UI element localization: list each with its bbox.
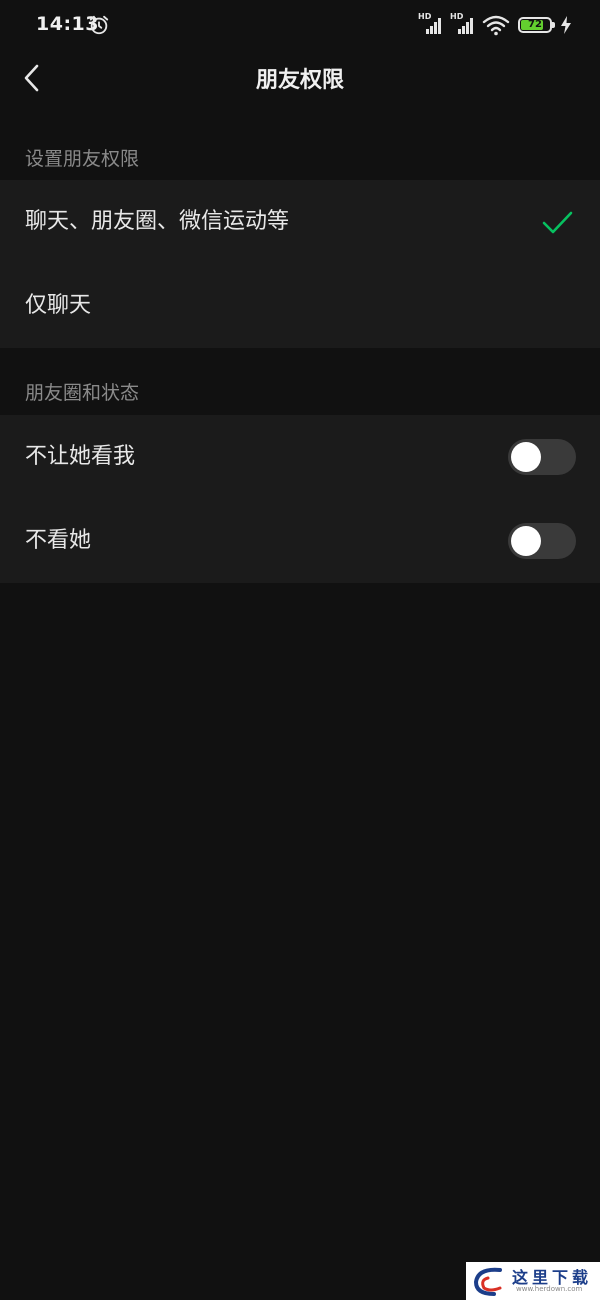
option-chat-moments-werun[interactable]: 聊天、朋友圈、微信运动等 [0, 180, 600, 264]
row-hide-my-moments: 不让她看我 [0, 415, 600, 499]
section-header-moments: 朋友圈和状态 [25, 382, 140, 404]
watermark-logo-icon [473, 1267, 502, 1296]
charging-icon [561, 16, 571, 34]
moments-group: 不让她看我 不看她 [0, 415, 600, 583]
status-icons: HD HD 72 [418, 12, 572, 38]
section-header-permission: 设置朋友权限 [25, 148, 140, 170]
toggle-knob [511, 526, 541, 556]
permission-group: 聊天、朋友圈、微信运动等 仅聊天 [0, 180, 600, 348]
signal-icon: HD [418, 12, 442, 36]
status-bar: 14:13 HD HD 72 [0, 0, 600, 50]
row-label: 不让她看我 [25, 444, 136, 469]
toggle-knob [511, 442, 541, 472]
watermark: 这里下载 www.herdown.com [466, 1262, 600, 1300]
row-hide-her-moments: 不看她 [0, 499, 600, 583]
page-title: 朋友权限 [255, 68, 344, 93]
row-label: 不看她 [25, 528, 92, 553]
hide-her-moments-toggle[interactable] [508, 523, 576, 559]
check-icon [542, 211, 573, 234]
option-label: 仅聊天 [25, 293, 92, 318]
option-chat-only[interactable]: 仅聊天 [0, 264, 600, 348]
alarm-icon [89, 15, 109, 35]
nav-bar: 朋友权限 [0, 50, 600, 106]
signal-icon: HD [450, 12, 474, 36]
watermark-url: www.herdown.com [516, 1285, 583, 1293]
option-label: 聊天、朋友圈、微信运动等 [25, 209, 290, 234]
battery-level: 72 [528, 19, 542, 30]
battery-icon: 72 [518, 17, 555, 33]
hide-my-moments-toggle[interactable] [508, 439, 576, 475]
wifi-icon [482, 15, 510, 36]
